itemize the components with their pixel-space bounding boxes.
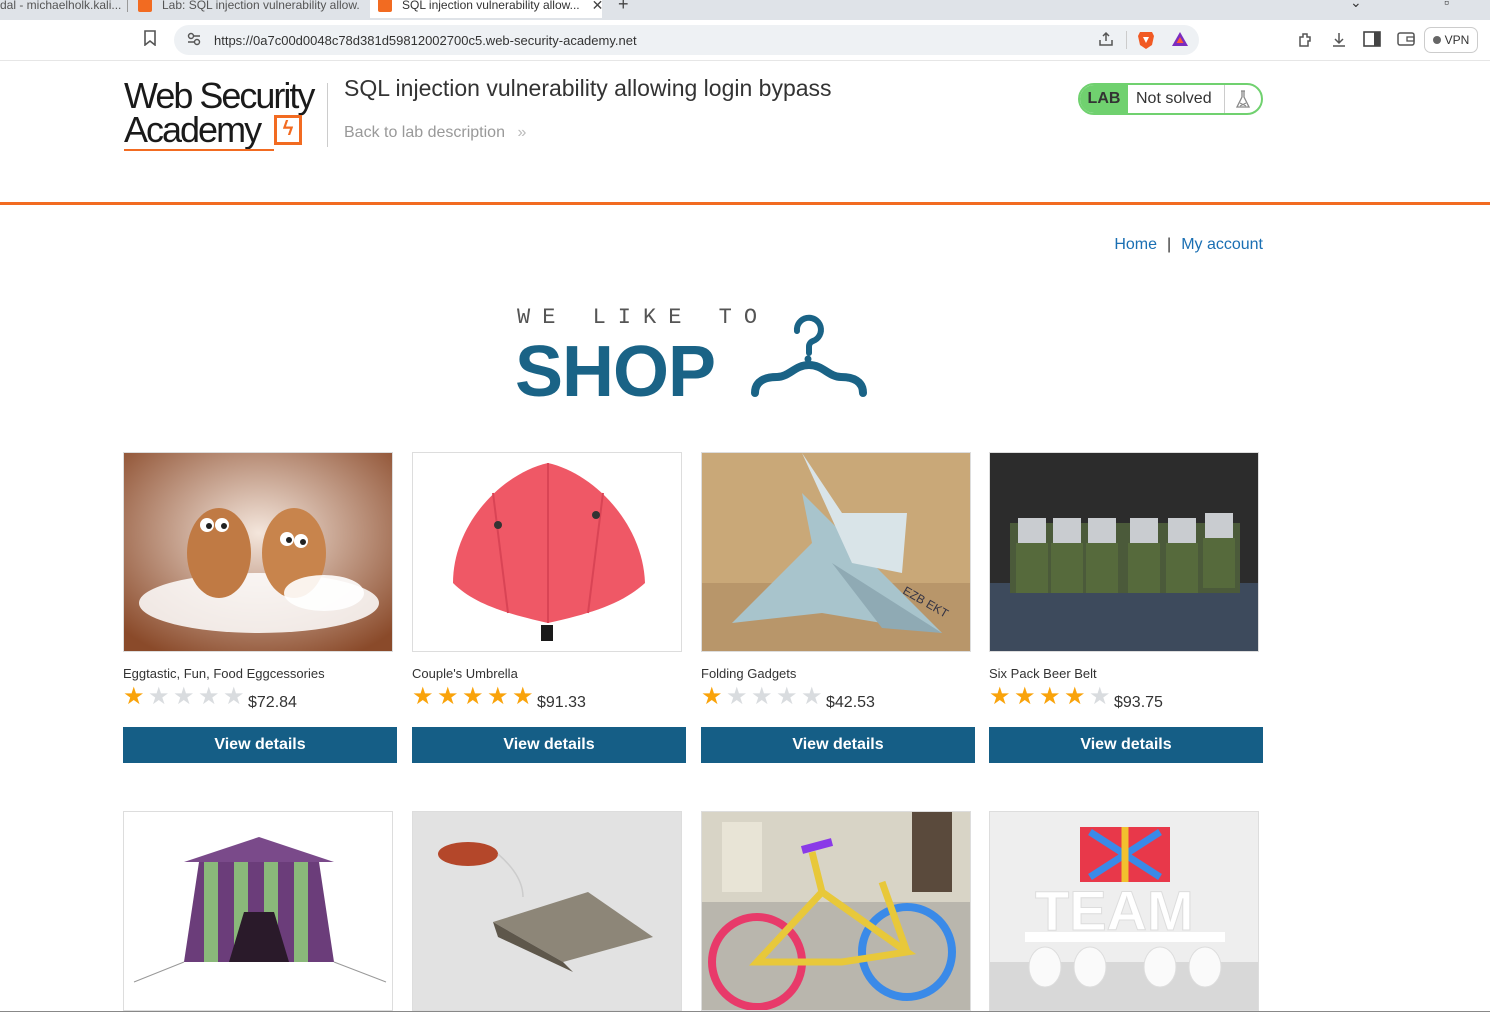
product-image-tent	[123, 811, 393, 1011]
browser-tab-bar: dal - michaelholk.kali... Lab: SQL injec…	[0, 0, 1490, 20]
product-price: $42.53	[826, 694, 875, 711]
hanger-icon	[751, 314, 867, 397]
logo-underline	[124, 149, 274, 151]
star-filled-icon: ★	[462, 683, 484, 710]
lab-status-widget: LAB Not solved	[1078, 83, 1263, 115]
product-rating: ★ ★ ★ ★ ★	[989, 683, 1114, 710]
product-image-teabag	[412, 811, 682, 1011]
lightning-mark-icon: ϟ	[274, 115, 302, 145]
banner-tagline: WE LIKE TO	[517, 305, 770, 330]
star-empty-icon: ★	[148, 683, 170, 710]
web-security-academy-logo[interactable]: Web Security Academy ϟ	[124, 75, 324, 155]
vpn-status-icon	[1432, 36, 1441, 44]
product-rating: ★ ★ ★ ★ ★	[123, 683, 248, 710]
browser-toolbar: https://0a7c00d0048c78d381d59812002700c5…	[0, 20, 1490, 61]
product-name: Couple's Umbrella	[412, 666, 518, 681]
back-to-lab-description-link[interactable]: Back to lab description »	[344, 124, 526, 142]
shop-banner: WE LIKE TO SHOP	[515, 305, 877, 412]
double-chevron-right-icon: »	[517, 124, 527, 141]
view-details-button[interactable]: View details	[123, 727, 397, 763]
header-divider	[327, 83, 328, 147]
brave-shields-icon[interactable]	[1137, 30, 1155, 54]
product-price: $93.75	[1114, 694, 1163, 711]
tab-label: SQL injection vulnerability allow...	[402, 0, 580, 12]
lab-title: SQL injection vulnerability allowing log…	[344, 75, 832, 101]
product-name: Folding Gadgets	[701, 666, 797, 681]
divider	[1126, 31, 1127, 49]
star-filled-icon: ★	[437, 683, 459, 710]
top-nav: Home | My account	[1114, 236, 1263, 254]
back-link-label: Back to lab description	[344, 124, 505, 141]
nav-my-account-link[interactable]: My account	[1181, 236, 1263, 253]
product-rating: ★ ★ ★ ★ ★	[412, 683, 537, 710]
star-empty-icon: ★	[223, 683, 245, 710]
portswigger-favicon-icon	[378, 0, 392, 12]
browser-tab-active[interactable]: SQL injection vulnerability allow... ✕	[370, 0, 602, 18]
product-image-eggs	[123, 452, 393, 652]
product-image-umbrella	[412, 452, 682, 652]
star-filled-icon: ★	[701, 683, 723, 710]
star-empty-icon: ★	[726, 683, 748, 710]
close-tab-icon[interactable]: ✕	[592, 0, 602, 14]
tab-search-chevron-icon[interactable]: ⌄	[1350, 0, 1362, 11]
product-name: Eggtastic, Fun, Food Eggcessories	[123, 666, 325, 681]
product-rating: ★ ★ ★ ★ ★	[701, 683, 826, 710]
star-filled-icon: ★	[989, 683, 1011, 710]
downloads-icon[interactable]	[1331, 31, 1347, 53]
view-details-button[interactable]: View details	[412, 727, 686, 763]
view-details-button[interactable]: View details	[989, 727, 1263, 763]
window-restore-icon[interactable]: ▫	[1444, 0, 1449, 10]
product-name: Six Pack Beer Belt	[989, 666, 1097, 681]
vpn-button[interactable]: VPN	[1424, 27, 1478, 53]
extensions-icon[interactable]	[1297, 31, 1315, 53]
product-image-folding-gadgets: EZB EKT	[701, 452, 971, 652]
browser-tab[interactable]: Lab: SQL injection vulnerability allow..…	[138, 0, 360, 18]
portswigger-favicon-icon	[138, 0, 152, 12]
lab-state: Not solved	[1136, 90, 1212, 107]
star-empty-icon: ★	[776, 683, 798, 710]
product-image-beer-belt	[989, 452, 1259, 652]
nav-home-link[interactable]: Home	[1114, 236, 1157, 253]
star-empty-icon: ★	[801, 683, 823, 710]
star-filled-icon: ★	[123, 683, 145, 710]
star-filled-icon: ★	[1064, 683, 1086, 710]
tab-label: dal - michaelholk.kali...	[0, 0, 122, 12]
vpn-label: VPN	[1444, 33, 1470, 47]
view-details-button[interactable]: View details	[701, 727, 975, 763]
tab-separator	[127, 0, 128, 12]
star-empty-icon: ★	[1089, 683, 1111, 710]
logo-line-1: Web Security	[124, 75, 315, 116]
star-filled-icon: ★	[487, 683, 509, 710]
star-empty-icon: ★	[198, 683, 220, 710]
new-tab-icon[interactable]: +	[618, 0, 629, 15]
star-filled-icon: ★	[412, 683, 434, 710]
star-filled-icon: ★	[1039, 683, 1061, 710]
brave-rewards-icon[interactable]	[1171, 31, 1189, 51]
viewport-bottom-edge	[0, 1011, 1490, 1012]
site-settings-icon[interactable]	[186, 31, 202, 51]
product-image-team: TEAM	[989, 811, 1259, 1011]
academy-header: Web Security Academy ϟ SQL injection vul…	[0, 61, 1490, 205]
browser-tab[interactable]: dal - michaelholk.kali...	[0, 0, 122, 18]
url-text[interactable]: https://0a7c00d0048c78d381d59812002700c5…	[214, 33, 637, 48]
share-icon[interactable]	[1098, 31, 1114, 51]
star-filled-icon: ★	[512, 683, 534, 710]
lab-tag: LAB	[1080, 85, 1128, 113]
sidebar-icon[interactable]	[1363, 31, 1381, 51]
banner-title: SHOP	[515, 332, 716, 412]
wallet-icon[interactable]	[1397, 31, 1415, 51]
product-price: $91.33	[537, 694, 586, 711]
flask-icon	[1224, 85, 1261, 113]
star-empty-icon: ★	[173, 683, 195, 710]
star-empty-icon: ★	[751, 683, 773, 710]
product-image-bike-yarn	[701, 811, 971, 1011]
bookmark-icon[interactable]	[143, 30, 157, 50]
address-bar[interactable]: https://0a7c00d0048c78d381d59812002700c5…	[174, 25, 1199, 55]
tab-label: Lab: SQL injection vulnerability allow..…	[162, 0, 360, 12]
product-price: $72.84	[248, 694, 297, 711]
star-filled-icon: ★	[1014, 683, 1036, 710]
nav-separator: |	[1167, 236, 1172, 253]
